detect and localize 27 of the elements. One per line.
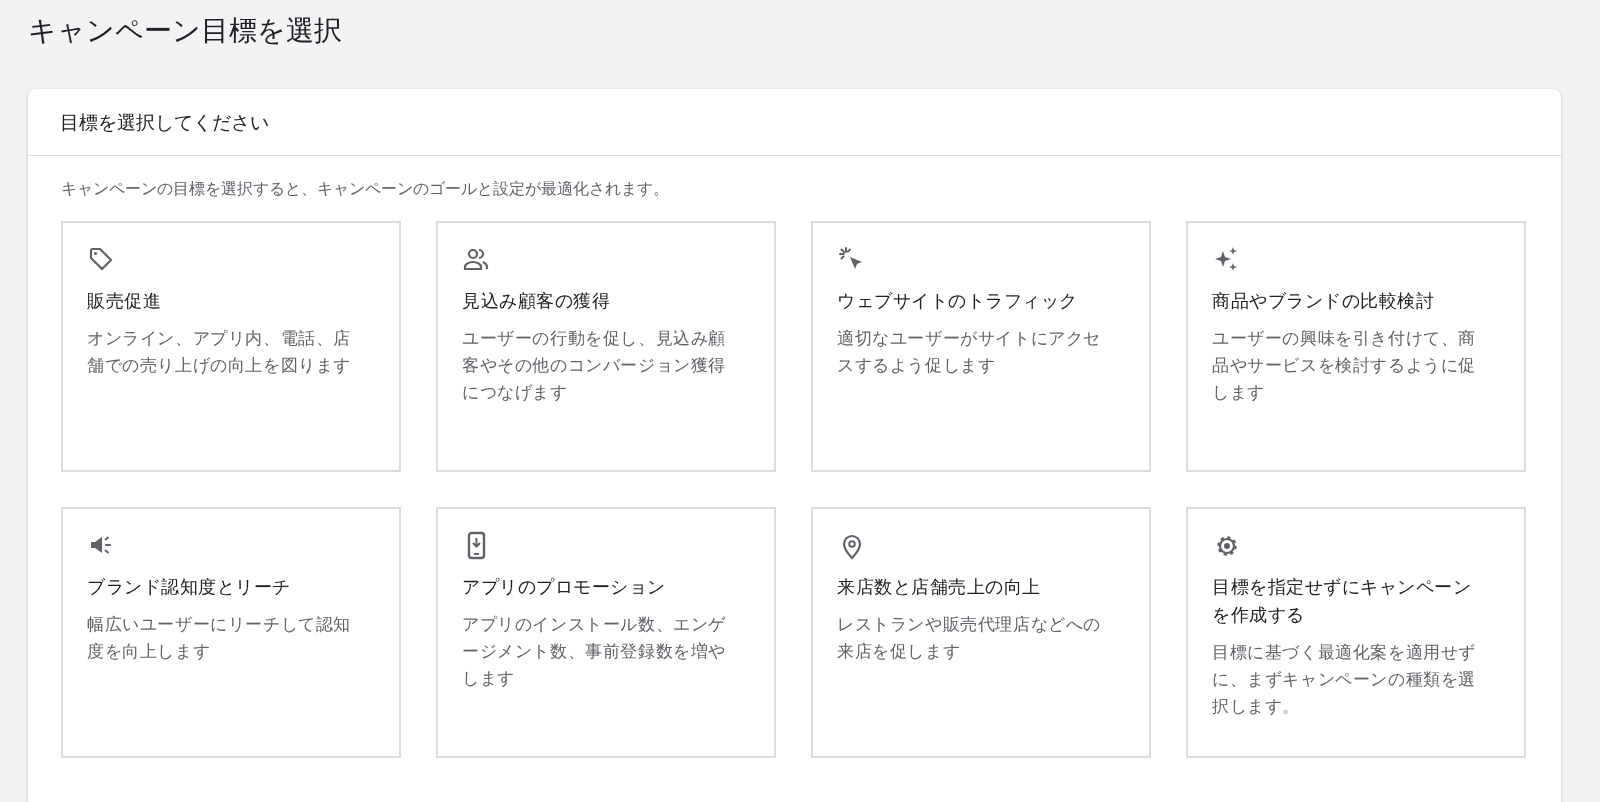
goal-description: オンライン、アプリ内、電話、店舗での売り上げの向上を図ります: [87, 328, 352, 377]
goal-title: 商品やブランドの比較検討: [1212, 289, 1435, 313]
goal-title: 見込み顧客の獲得: [462, 289, 611, 313]
goal-option[interactable]: 商品やブランドの比較検討 ユーザーの興味を引き付けて、商品やサービスを検討するように促します: [1186, 221, 1526, 472]
goal-title: ウェブサイトのトラフィック: [837, 289, 1079, 313]
goal-title: 来店数と店舗売上の向上: [837, 575, 1042, 599]
goal-description: 幅広いユーザーにリーチして認知度を向上します: [87, 614, 352, 663]
panel-heading: 目標を選択してください: [28, 89, 1561, 156]
intro-text: キャンペーンの目標を選択すると、キャンペーンのゴールと設定が最適化されます。: [60, 178, 670, 200]
goal-option[interactable]: ブランド認知度とリーチ 幅広いユーザーにリーチして認知度を向上します: [61, 507, 401, 758]
page-title: キャンペーン目標を選択: [27, 13, 343, 49]
goal-option[interactable]: 見込み顧客の獲得 ユーザーの行動を促し、見込み顧客やその他のコンバージョン獲得につなげます: [436, 221, 776, 472]
goal-description: アプリのインストール数、エンゲージメント数、事前登録数を増やします: [462, 614, 727, 690]
goal-title: 販売促進: [87, 289, 162, 313]
goal-title: アプリのプロモーション: [462, 575, 667, 599]
goal-option[interactable]: 目標を指定せずにキャンペーンを作成する 目標に基づく最適化案を適用せずに、まずキャンペーンの種類を選択します。: [1186, 507, 1526, 758]
goal-description: 適切なユーザーがサイトにアクセスするよう促します: [837, 328, 1102, 377]
goal-description: レストランや販売代理店などへの来店を促します: [837, 614, 1102, 663]
goal-option[interactable]: 販売促進 オンライン、アプリ内、電話、店舗での売り上げの向上を図ります: [61, 221, 401, 472]
goal-title: ブランド認知度とリーチ: [87, 575, 292, 599]
goal-description: ユーザーの行動を促し、見込み顧客やその他のコンバージョン獲得につなげます: [462, 328, 727, 404]
goal-description: 目標に基づく最適化案を適用せずに、まずキャンペーンの種類を選択します。: [1212, 642, 1477, 718]
goal-option[interactable]: 来店数と店舗売上の向上 レストランや販売代理店などへの来店を促します: [811, 507, 1151, 758]
goal-option[interactable]: アプリのプロモーション アプリのインストール数、エンゲージメント数、事前登録数を増やします: [436, 507, 776, 758]
goal-option[interactable]: ウェブサイトのトラフィック 適切なユーザーがサイトにアクセスするよう促します: [811, 221, 1151, 472]
goal-description: ユーザーの興味を引き付けて、商品やサービスを検討するように促します: [1212, 328, 1477, 404]
goal-title: 目標を指定せずにキャンペーンを作成する: [1212, 575, 1472, 627]
